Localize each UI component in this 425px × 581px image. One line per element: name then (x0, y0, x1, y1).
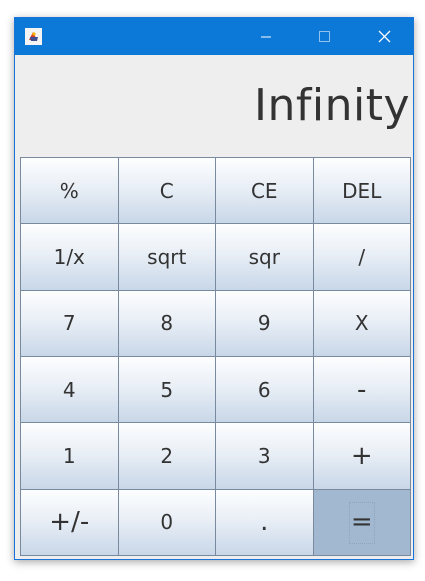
close-icon (378, 30, 390, 43)
digit-8-button[interactable]: 8 (117, 289, 216, 357)
clear-button[interactable]: C (117, 157, 216, 225)
calculator-window: Infinity % C CE DEL 1/x sqrt sqr / 7 8 9… (14, 17, 414, 560)
minimize-icon (261, 36, 271, 37)
square-button[interactable]: sqr (215, 223, 314, 291)
reciprocal-button[interactable]: 1/x (20, 223, 119, 291)
result-display: Infinity (254, 80, 410, 131)
decimal-button[interactable]: . (215, 488, 314, 556)
digit-4-button[interactable]: 4 (20, 356, 119, 424)
digit-6-button[interactable]: 6 (215, 356, 314, 424)
title-bar[interactable] (15, 18, 413, 55)
equals-button[interactable]: = (312, 488, 411, 556)
digit-0-button[interactable]: 0 (117, 488, 216, 556)
multiply-button[interactable]: X (312, 289, 411, 357)
minimize-button[interactable] (243, 18, 289, 55)
percent-button[interactable]: % (20, 157, 119, 225)
negate-button[interactable]: +/- (20, 488, 119, 556)
clear-entry-button[interactable]: CE (215, 157, 314, 225)
delete-button[interactable]: DEL (312, 157, 411, 225)
sqrt-button[interactable]: sqrt (117, 223, 216, 291)
close-button[interactable] (361, 18, 407, 55)
java-app-icon[interactable] (25, 28, 42, 45)
digit-2-button[interactable]: 2 (117, 422, 216, 490)
maximize-icon (318, 31, 330, 42)
keypad: % C CE DEL 1/x sqrt sqr / 7 8 9 X 4 5 6 … (20, 157, 411, 556)
digit-5-button[interactable]: 5 (117, 356, 216, 424)
digit-7-button[interactable]: 7 (20, 289, 119, 357)
add-button[interactable]: + (312, 422, 411, 490)
maximize-button[interactable] (301, 18, 347, 55)
digit-1-button[interactable]: 1 (20, 422, 119, 490)
digit-3-button[interactable]: 3 (215, 422, 314, 490)
subtract-button[interactable]: - (312, 356, 411, 424)
digit-9-button[interactable]: 9 (215, 289, 314, 357)
divide-button[interactable]: / (312, 223, 411, 291)
